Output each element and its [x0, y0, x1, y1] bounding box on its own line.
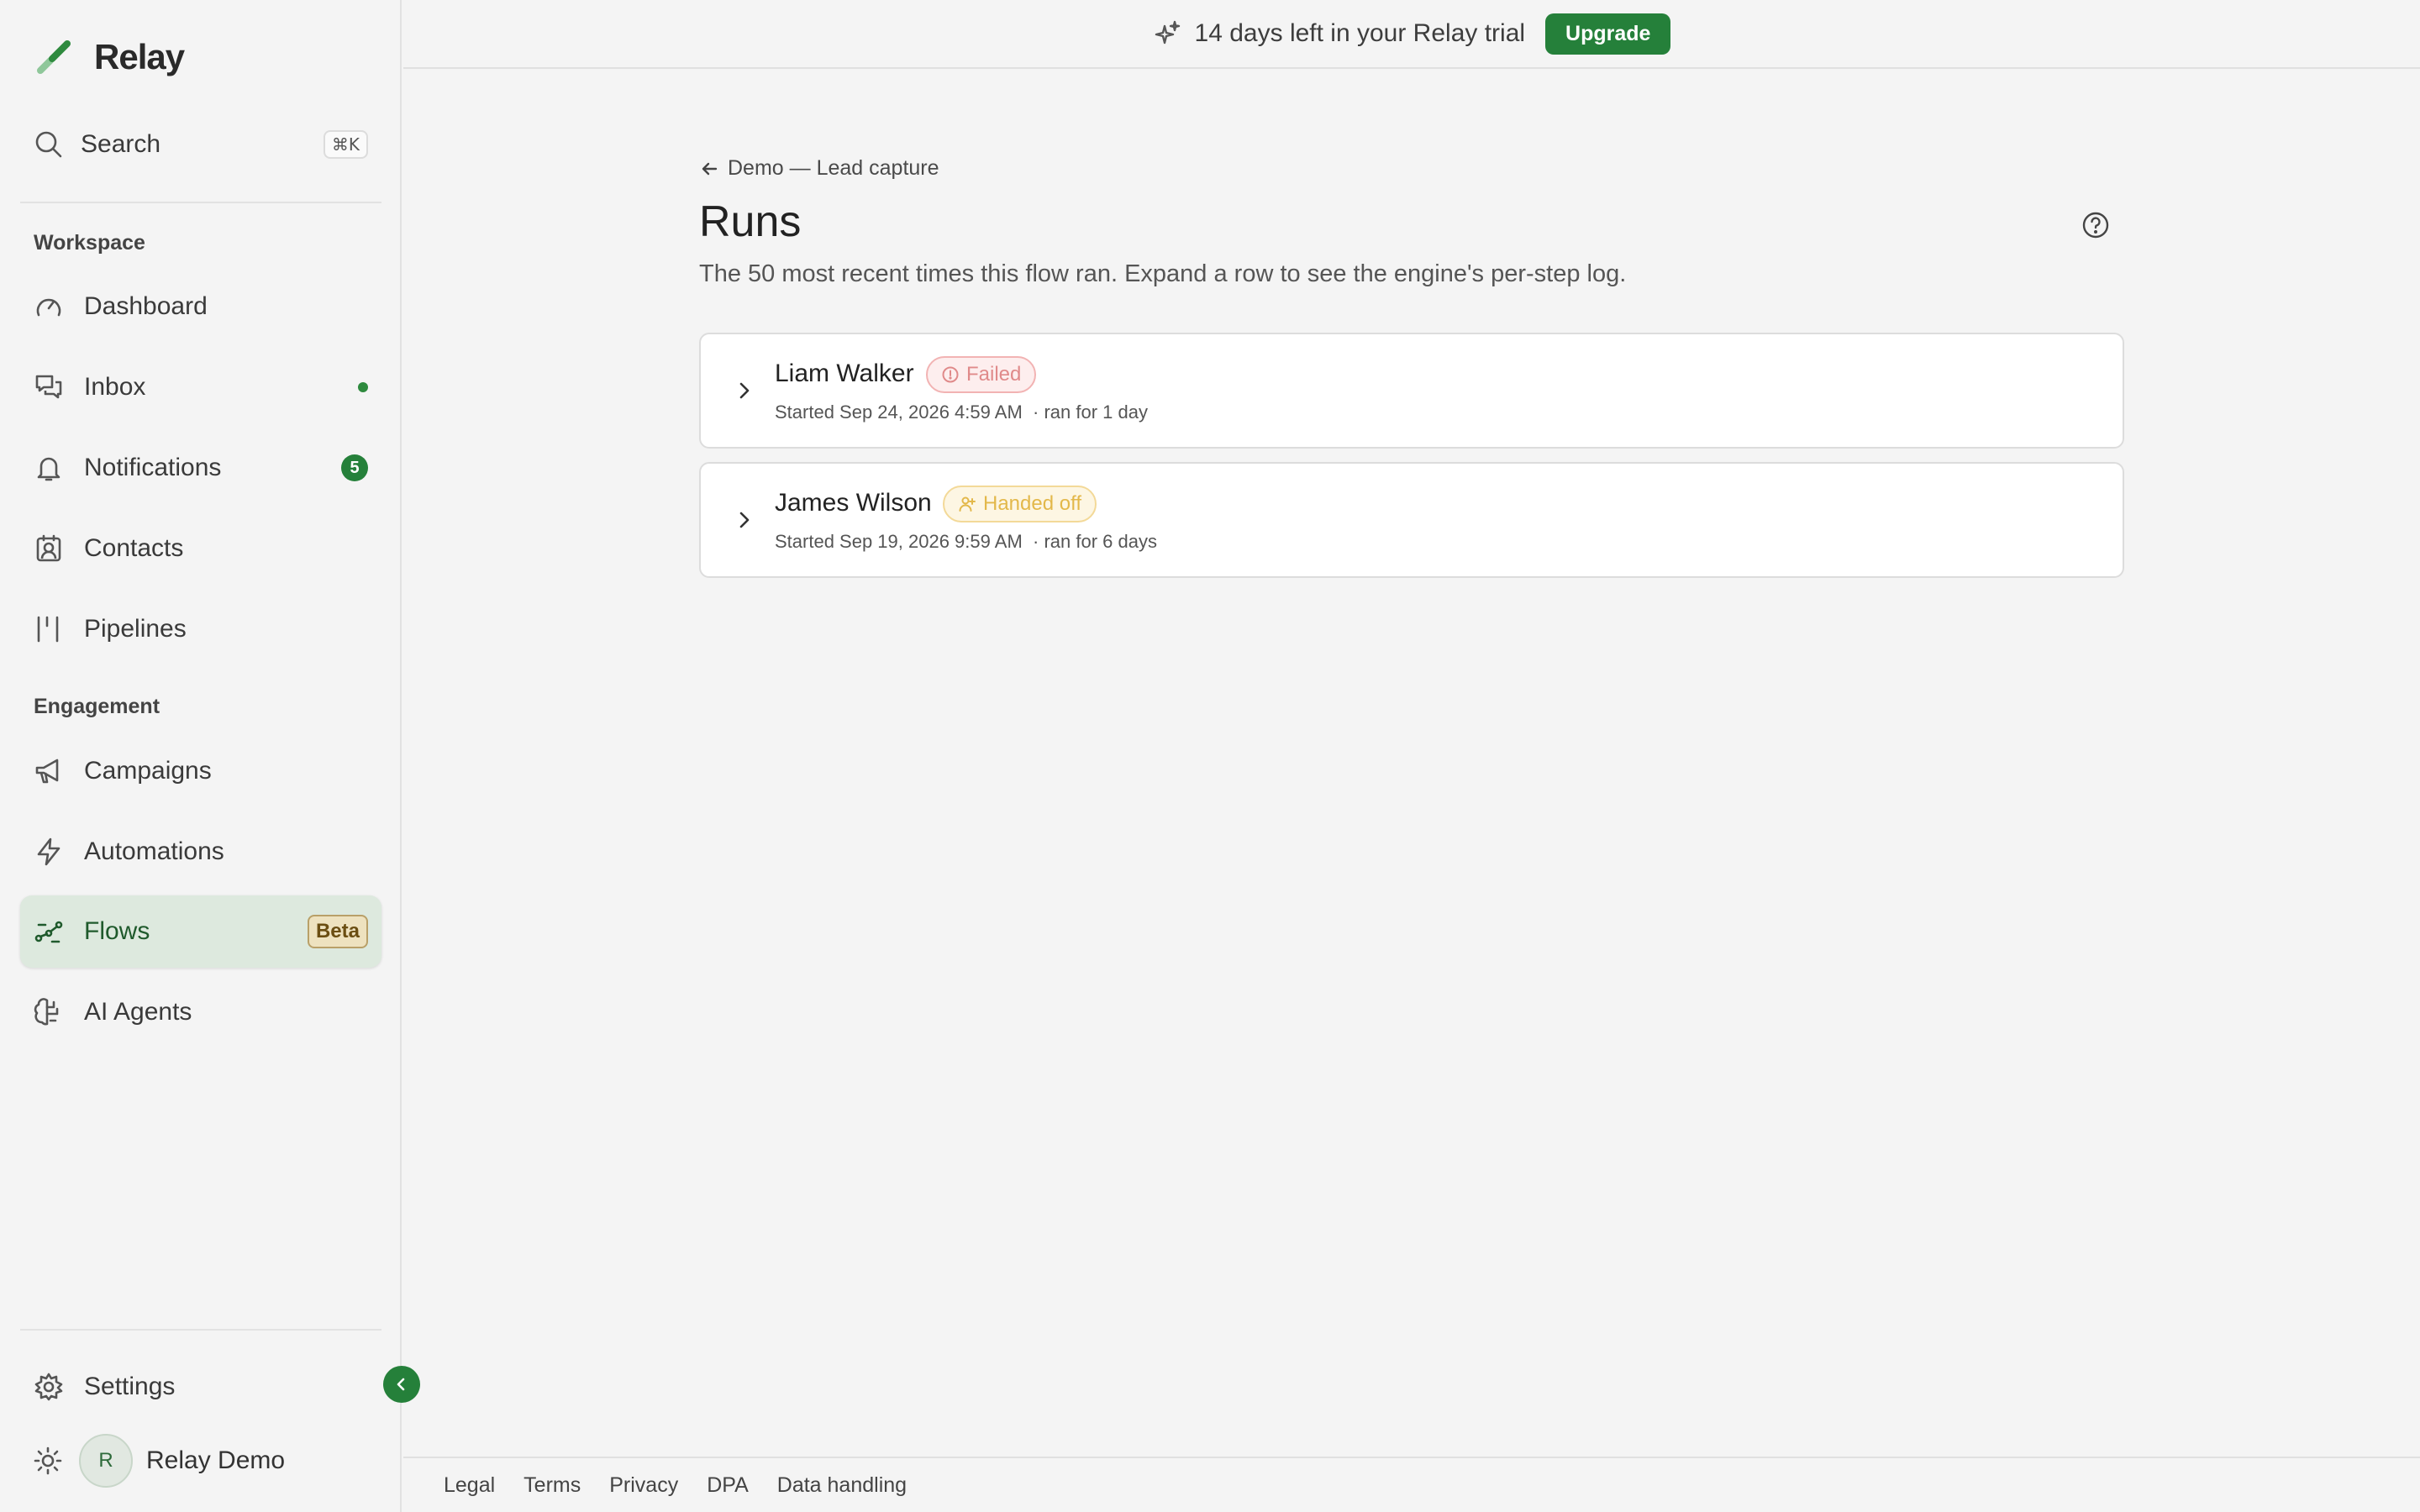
section-label-engagement: Engagement: [34, 695, 160, 718]
search-shortcut: ⌘K: [323, 130, 368, 159]
upgrade-button[interactable]: Upgrade: [1545, 13, 1671, 55]
footer-link-dpa[interactable]: DPA: [707, 1473, 749, 1498]
page-subtitle: The 50 most recent times this flow ran. …: [699, 260, 1627, 287]
run-duration: · ran for 1 day: [1033, 402, 1148, 423]
sidebar-item-label: Flows: [84, 917, 150, 945]
sidebar-item-label: Campaigns: [84, 757, 212, 785]
flow-icon: [34, 921, 63, 943]
sidebar-divider: [20, 202, 381, 203]
help-icon[interactable]: [2081, 210, 2111, 240]
brain-icon: [34, 998, 59, 1026]
app-name: Relay: [94, 37, 185, 76]
relay-logo-icon: [37, 40, 71, 74]
run-row[interactable]: James Wilson Handed off Started Sep 19, …: [699, 462, 2124, 578]
footer-link-data-handling[interactable]: Data handling: [777, 1473, 907, 1498]
arrow-left-icon: [702, 162, 718, 175]
unread-dot: [358, 382, 368, 392]
search-button[interactable]: Search ⌘K: [34, 126, 368, 163]
sidebar-item-flows[interactable]: Flows Beta: [20, 895, 381, 968]
sidebar-item-label: AI Agents: [84, 998, 192, 1026]
footer-link-terms[interactable]: Terms: [523, 1473, 581, 1498]
sidebar-item-label: Notifications: [84, 454, 222, 481]
sidebar-item-label: Contacts: [84, 534, 184, 562]
run-duration: · ran for 6 days: [1033, 531, 1157, 552]
beta-badge: Beta: [307, 915, 368, 948]
user-plus-icon: [959, 496, 976, 512]
sidebar-item-automations[interactable]: Automations: [20, 816, 381, 888]
chevron-right-icon[interactable]: [731, 507, 758, 533]
trial-banner: 14 days left in your Relay trial Upgrade: [403, 0, 2420, 69]
sidebar-divider: [20, 1329, 381, 1331]
status-label: Failed: [966, 363, 1022, 386]
sparkles-icon: [1155, 20, 1180, 45]
megaphone-icon: [35, 759, 59, 784]
run-started: Started Sep 19, 2026 9:59 AM: [775, 531, 1023, 552]
run-contact-name: James Wilson: [775, 489, 932, 517]
sidebar-item-label: Automations: [84, 837, 224, 865]
brand[interactable]: Relay: [34, 37, 185, 77]
sidebar-footer: R Relay Demo: [34, 1434, 285, 1488]
sidebar-item-label: Pipelines: [84, 615, 187, 643]
sidebar-item-pipelines[interactable]: Pipelines: [20, 593, 381, 665]
breadcrumb-label: Demo — Lead capture: [728, 156, 939, 180]
run-meta: Started Sep 19, 2026 9:59 AM · ran for 6…: [775, 531, 1157, 553]
notification-count-badge: 5: [341, 454, 368, 481]
footer-link-legal[interactable]: Legal: [444, 1473, 495, 1498]
sidebar-item-inbox[interactable]: Inbox: [20, 351, 381, 423]
trial-text: 14 days left in your Relay trial: [1194, 19, 1526, 47]
page-title: Runs: [699, 197, 802, 246]
sidebar-item-settings[interactable]: Settings: [20, 1351, 381, 1423]
contact-card-icon: [36, 534, 61, 562]
chat-icon: [35, 375, 62, 399]
status-label: Handed off: [983, 492, 1081, 515]
footer: Legal Terms Privacy DPA Data handling: [403, 1457, 2420, 1512]
bolt-icon: [37, 837, 60, 866]
status-badge-failed: Failed: [926, 356, 1037, 393]
sidebar-item-label: Dashboard: [84, 292, 208, 320]
sidebar: Relay Search ⌘K Workspace Dashboard Inbo…: [0, 0, 402, 1512]
run-contact-name: Liam Walker: [775, 360, 914, 387]
sidebar-item-notifications[interactable]: Notifications 5: [20, 432, 381, 504]
collapse-sidebar-button[interactable]: [383, 1366, 420, 1403]
run-meta: Started Sep 24, 2026 4:59 AM · ran for 1…: [775, 402, 1148, 423]
columns-icon: [37, 616, 59, 643]
bell-icon: [37, 457, 60, 481]
avatar[interactable]: R: [79, 1434, 133, 1488]
gear-icon: [34, 1373, 63, 1401]
chevron-left-icon: [397, 1378, 405, 1391]
breadcrumb-back-link[interactable]: Demo — Lead capture: [699, 156, 939, 181]
alert-circle-icon: [942, 366, 959, 383]
sidebar-item-contacts[interactable]: Contacts: [20, 512, 381, 585]
footer-link-privacy[interactable]: Privacy: [609, 1473, 678, 1498]
status-badge-handed-off: Handed off: [943, 486, 1097, 522]
sidebar-item-label: Inbox: [84, 373, 146, 401]
sidebar-item-campaigns[interactable]: Campaigns: [20, 735, 381, 807]
run-started: Started Sep 24, 2026 4:59 AM: [775, 402, 1023, 423]
section-label-workspace: Workspace: [34, 231, 145, 255]
search-icon: [35, 131, 62, 158]
user-name[interactable]: Relay Demo: [146, 1446, 285, 1475]
sidebar-item-dashboard[interactable]: Dashboard: [20, 270, 381, 343]
sidebar-item-ai-agents[interactable]: AI Agents: [20, 976, 381, 1048]
chevron-right-icon[interactable]: [731, 377, 758, 404]
search-label: Search: [81, 130, 161, 158]
run-row[interactable]: Liam Walker Failed Started Sep 24, 2026 …: [699, 333, 2124, 449]
theme-toggle-sun-icon[interactable]: [34, 1446, 62, 1475]
gauge-icon: [36, 298, 61, 317]
sidebar-item-label: Settings: [84, 1373, 176, 1400]
